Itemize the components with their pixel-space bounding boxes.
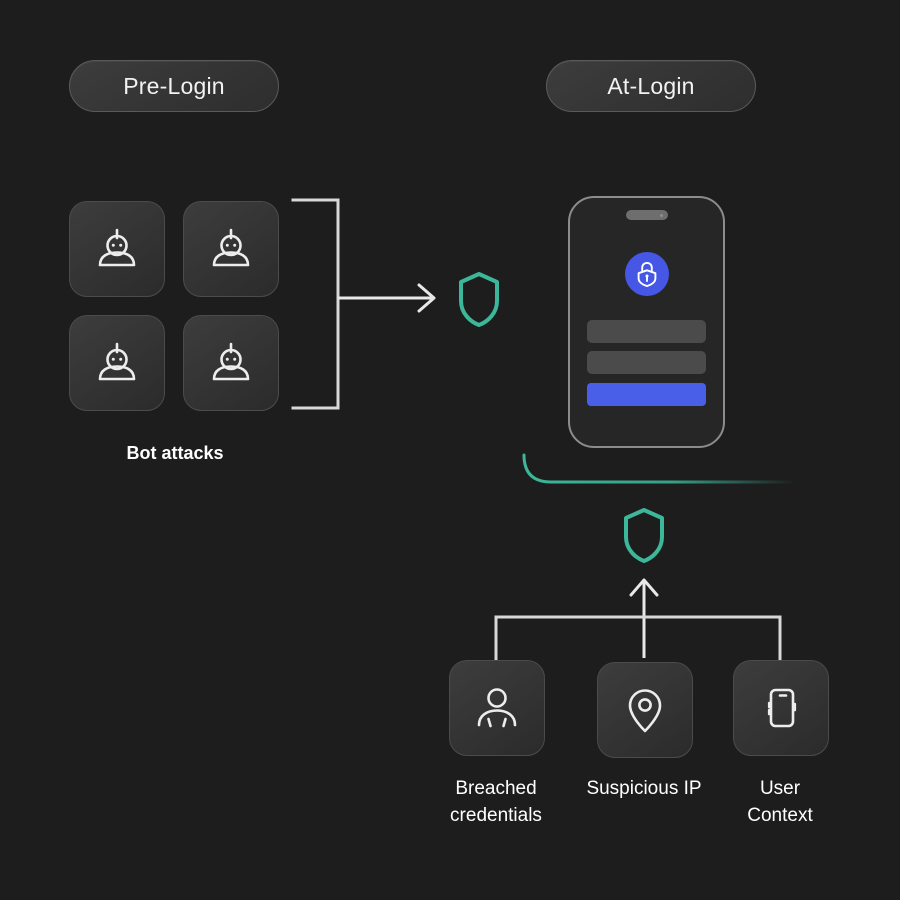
phone-camera-dot [659,213,663,217]
diagram-canvas: Pre-Login At-Login Bot attacks Breached … [0,0,900,900]
arrow-up-icon [629,578,659,658]
bot-icon [205,337,257,389]
signal-label-line-1: User [759,778,801,799]
bot-tile[interactable] [183,315,279,411]
login-submit-button[interactable] [587,383,706,406]
signal-tile-breached-credentials[interactable] [449,660,545,756]
signal-label-user-context: User Context [690,775,870,829]
password-field[interactable] [587,351,706,374]
at-login-shield [621,506,667,569]
phase-pill-pre-login[interactable]: Pre-Login [69,60,279,112]
padlock-shield-icon [624,252,669,296]
bot-tile[interactable] [69,315,165,411]
signal-tile-suspicious-ip[interactable] [597,662,693,758]
bot-icon [91,337,143,389]
pre-login-shield [456,270,502,333]
mobile-device-icon [755,682,807,734]
username-field[interactable] [587,320,706,343]
bot-tile[interactable] [69,201,165,297]
bot-attacks-label: Bot attacks [126,443,224,463]
signal-tile-user-context[interactable] [733,660,829,756]
phone-mockup [568,196,725,448]
bot-tile[interactable] [183,201,279,297]
shield-icon [624,508,664,563]
signal-tree-connector [494,615,782,662]
signal-label-line-2: credentials [450,805,542,826]
location-pin-icon [619,684,671,736]
arrow-right-icon [338,283,436,313]
phase-pill-at-login[interactable]: At-Login [546,60,756,112]
signal-label-line-2: Context [747,805,813,826]
phone-speaker [625,210,668,220]
bot-group-bracket [291,198,340,410]
bot-icon [205,223,257,275]
shield-icon [459,272,499,327]
person-icon [470,681,524,735]
bot-icon [91,223,143,275]
